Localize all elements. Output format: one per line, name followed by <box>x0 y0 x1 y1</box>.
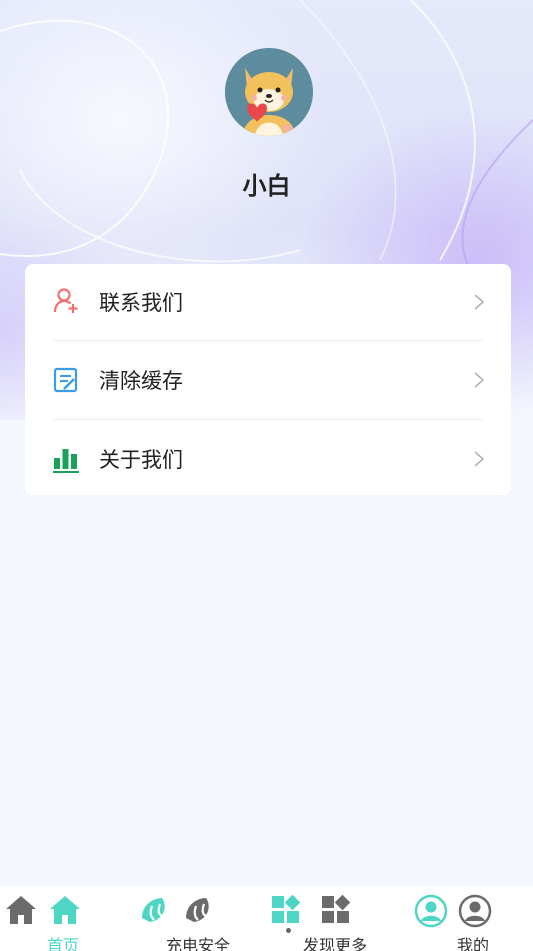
chevron-right-icon <box>474 451 485 467</box>
divider <box>54 340 482 341</box>
bar-chart-icon <box>53 449 79 473</box>
tab-home[interactable]: 首页 <box>0 886 110 951</box>
apps-grid-icon <box>272 894 301 923</box>
menu-item-contact-us[interactable]: 联系我们 <box>25 264 511 340</box>
tab-label: 充电安全 <box>166 936 231 951</box>
menu-item-label: 联系我们 <box>99 291 183 315</box>
divider <box>54 419 482 420</box>
home-icon <box>6 896 36 924</box>
edit-document-icon <box>53 367 78 393</box>
tab-discover-more[interactable]: 发现更多 <box>270 886 390 951</box>
menu-item-clear-cache[interactable]: 清除缓存 <box>25 342 511 418</box>
leaf-icon <box>186 898 209 922</box>
indicator-dot <box>286 928 291 933</box>
person-add-icon <box>53 288 78 313</box>
leaf-icon <box>142 898 165 922</box>
bottom-tab-bar: 首页 充电安全 发现更多 我的 <box>0 886 533 951</box>
tab-charging-safety[interactable]: 充电安全 <box>135 886 245 951</box>
menu-item-about-us[interactable]: 关于我们 <box>25 421 511 497</box>
avatar[interactable] <box>225 48 313 136</box>
apps-grid-icon <box>322 894 351 923</box>
person-circle-icon <box>458 894 492 928</box>
tab-mine[interactable]: 我的 <box>412 886 522 951</box>
person-circle-icon <box>414 894 448 928</box>
home-icon <box>50 896 80 924</box>
menu-card: 联系我们 清除缓存 关于我们 <box>25 264 511 495</box>
chevron-right-icon <box>474 294 485 310</box>
menu-item-label: 清除缓存 <box>99 369 183 393</box>
chevron-right-icon <box>474 372 485 388</box>
menu-item-label: 关于我们 <box>99 448 183 472</box>
tab-label: 发现更多 <box>303 936 368 951</box>
tab-label: 我的 <box>457 936 490 951</box>
profile-name: 小白 <box>242 172 291 200</box>
shiba-dog-avatar <box>225 48 313 136</box>
tab-label: 首页 <box>47 936 80 951</box>
